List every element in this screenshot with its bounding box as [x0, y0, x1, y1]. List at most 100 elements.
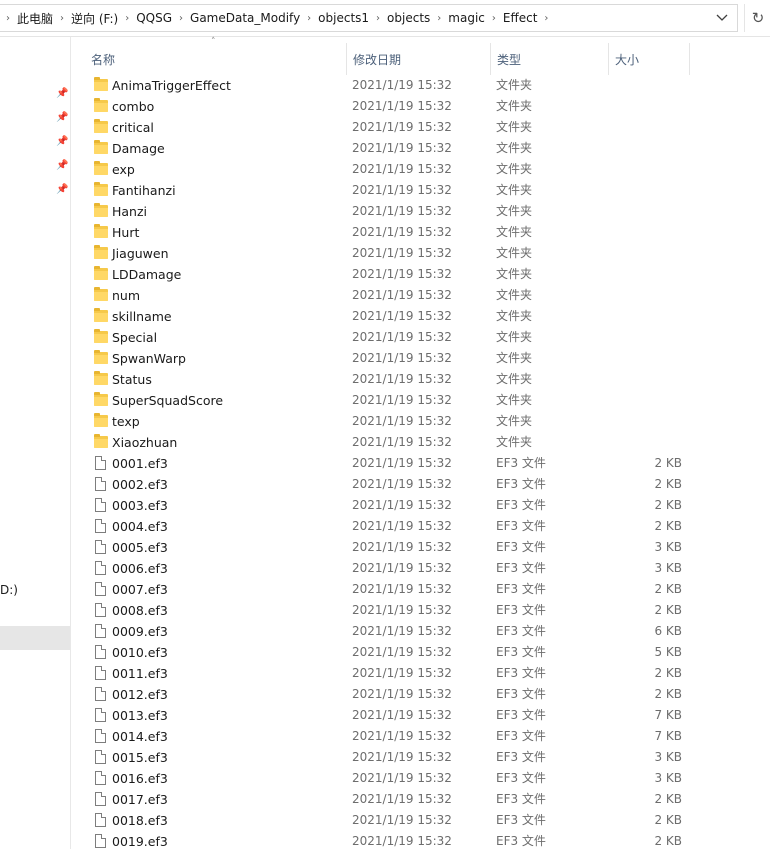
- file-date-modified: 2021/1/19 15:32: [352, 225, 452, 239]
- breadcrumb-effect[interactable]: Effect: [502, 11, 539, 25]
- file-row[interactable]: SpwanWarp 2021/1/19 15:32 文件夹: [71, 348, 770, 369]
- pin-icon: 📌: [56, 88, 69, 99]
- file-row[interactable]: 0013.ef3 2021/1/19 15:32 EF3 文件 7 KB: [71, 705, 770, 726]
- file-name: Special: [112, 330, 158, 345]
- file-row[interactable]: 0004.ef3 2021/1/19 15:32 EF3 文件 2 KB: [71, 516, 770, 537]
- address-history-dropdown[interactable]: [707, 5, 737, 31]
- file-icon: [95, 687, 106, 701]
- column-name[interactable]: 名称: [85, 43, 346, 75]
- breadcrumb-objects1[interactable]: objects1: [317, 11, 370, 25]
- file-type: EF3 文件: [496, 666, 546, 680]
- breadcrumb-this-pc[interactable]: 此电脑: [16, 10, 54, 27]
- file-size: [611, 306, 682, 327]
- chevron-right-icon[interactable]: ›: [370, 13, 386, 24]
- file-row[interactable]: 0010.ef3 2021/1/19 15:32 EF3 文件 5 KB: [71, 642, 770, 663]
- file-row[interactable]: 0008.ef3 2021/1/19 15:32 EF3 文件 2 KB: [71, 600, 770, 621]
- nav-item-selected[interactable]: [0, 626, 70, 650]
- file-date-modified: 2021/1/19 15:32: [352, 120, 452, 134]
- file-size: 2 KB: [654, 603, 682, 617]
- file-row[interactable]: 0003.ef3 2021/1/19 15:32 EF3 文件 2 KB: [71, 495, 770, 516]
- navigation-pane[interactable]: 📌 📌 📌 📌 📌 D:): [0, 37, 71, 849]
- file-size: 2 KB: [654, 813, 682, 827]
- file-row[interactable]: combo 2021/1/19 15:32 文件夹: [71, 96, 770, 117]
- file-row[interactable]: AnimaTriggerEffect 2021/1/19 15:32 文件夹: [71, 75, 770, 96]
- file-row[interactable]: 0005.ef3 2021/1/19 15:32 EF3 文件 3 KB: [71, 537, 770, 558]
- file-name: 0013.ef3: [112, 708, 168, 723]
- file-date-modified: 2021/1/19 15:32: [352, 141, 452, 155]
- file-row[interactable]: Jiaguwen 2021/1/19 15:32 文件夹: [71, 243, 770, 264]
- chevron-right-icon[interactable]: ›: [173, 13, 189, 24]
- file-name: 0010.ef3: [112, 645, 168, 660]
- file-row[interactable]: LDDamage 2021/1/19 15:32 文件夹: [71, 264, 770, 285]
- file-name: Damage: [112, 141, 165, 156]
- file-row[interactable]: 0001.ef3 2021/1/19 15:32 EF3 文件 2 KB: [71, 453, 770, 474]
- folder-icon: [94, 203, 108, 217]
- file-icon: [95, 771, 106, 785]
- breadcrumb-magic[interactable]: magic: [447, 11, 486, 25]
- file-row[interactable]: 0009.ef3 2021/1/19 15:32 EF3 文件 6 KB: [71, 621, 770, 642]
- file-date-modified: 2021/1/19 15:32: [352, 99, 452, 113]
- file-size: 3 KB: [654, 750, 682, 764]
- file-row[interactable]: 0014.ef3 2021/1/19 15:32 EF3 文件 7 KB: [71, 726, 770, 747]
- chevron-right-icon[interactable]: ›: [0, 13, 16, 24]
- refresh-button[interactable]: ↻: [744, 4, 770, 32]
- file-size: 5 KB: [654, 645, 682, 659]
- breadcrumb-objects[interactable]: objects: [386, 11, 431, 25]
- file-type: 文件夹: [496, 246, 533, 260]
- file-name: Hurt: [112, 225, 140, 240]
- file-type: EF3 文件: [496, 456, 546, 470]
- file-row[interactable]: 0016.ef3 2021/1/19 15:32 EF3 文件 3 KB: [71, 768, 770, 789]
- file-row[interactable]: 0011.ef3 2021/1/19 15:32 EF3 文件 2 KB: [71, 663, 770, 684]
- breadcrumb-gamedata-modify[interactable]: GameData_Modify: [189, 11, 301, 25]
- folder-icon: [94, 224, 108, 238]
- file-list: AnimaTriggerEffect 2021/1/19 15:32 文件夹 comb…: [71, 75, 770, 852]
- file-date-modified: 2021/1/19 15:32: [352, 729, 452, 743]
- file-row[interactable]: Damage 2021/1/19 15:32 文件夹: [71, 138, 770, 159]
- file-row[interactable]: Special 2021/1/19 15:32 文件夹: [71, 327, 770, 348]
- chevron-right-icon[interactable]: ›: [486, 13, 502, 24]
- chevron-right-icon[interactable]: ›: [119, 13, 135, 24]
- column-type[interactable]: 类型: [490, 43, 608, 75]
- file-date-modified: 2021/1/19 15:32: [352, 330, 452, 344]
- file-row[interactable]: texp 2021/1/19 15:32 文件夹: [71, 411, 770, 432]
- folder-icon: [94, 119, 108, 133]
- chevron-right-icon[interactable]: ›: [431, 13, 447, 24]
- chevron-right-icon[interactable]: ›: [54, 13, 70, 24]
- nav-item-drive[interactable]: D:): [0, 583, 18, 597]
- file-size: [611, 75, 682, 96]
- chevron-down-icon: [716, 14, 728, 21]
- file-row[interactable]: critical 2021/1/19 15:32 文件夹: [71, 117, 770, 138]
- file-type: EF3 文件: [496, 603, 546, 617]
- file-name: Xiaozhuan: [112, 435, 178, 450]
- file-row[interactable]: 0017.ef3 2021/1/19 15:32 EF3 文件 2 KB: [71, 789, 770, 810]
- file-row[interactable]: 0012.ef3 2021/1/19 15:32 EF3 文件 2 KB: [71, 684, 770, 705]
- file-row[interactable]: Fantihanzi 2021/1/19 15:32 文件夹: [71, 180, 770, 201]
- chevron-right-icon[interactable]: ›: [538, 13, 554, 24]
- breadcrumb-qqsg[interactable]: QQSG: [135, 11, 173, 25]
- file-row[interactable]: exp 2021/1/19 15:32 文件夹: [71, 159, 770, 180]
- file-size: [611, 96, 682, 117]
- file-row[interactable]: SuperSquadScore 2021/1/19 15:32 文件夹: [71, 390, 770, 411]
- file-row[interactable]: num 2021/1/19 15:32 文件夹: [71, 285, 770, 306]
- file-date-modified: 2021/1/19 15:32: [352, 414, 452, 428]
- file-row[interactable]: 0006.ef3 2021/1/19 15:32 EF3 文件 3 KB: [71, 558, 770, 579]
- file-row[interactable]: 0015.ef3 2021/1/19 15:32 EF3 文件 3 KB: [71, 747, 770, 768]
- file-row[interactable]: Hanzi 2021/1/19 15:32 文件夹: [71, 201, 770, 222]
- breadcrumb-drive-f[interactable]: 逆向 (F:): [70, 10, 119, 27]
- file-row[interactable]: Hurt 2021/1/19 15:32 文件夹: [71, 222, 770, 243]
- file-name: Fantihanzi: [112, 183, 176, 198]
- file-row[interactable]: 0018.ef3 2021/1/19 15:32 EF3 文件 2 KB: [71, 810, 770, 831]
- column-date-modified[interactable]: 修改日期: [346, 43, 490, 75]
- file-row[interactable]: Xiaozhuan 2021/1/19 15:32 文件夹: [71, 432, 770, 453]
- breadcrumb[interactable]: › 此电脑 › 逆向 (F:) › QQSG › GameData_Modify…: [0, 4, 738, 32]
- column-size[interactable]: 大小: [608, 43, 689, 75]
- file-date-modified: 2021/1/19 15:32: [352, 771, 452, 785]
- file-size: [611, 243, 682, 264]
- file-row[interactable]: 0007.ef3 2021/1/19 15:32 EF3 文件 2 KB: [71, 579, 770, 600]
- file-row[interactable]: 0002.ef3 2021/1/19 15:32 EF3 文件 2 KB: [71, 474, 770, 495]
- file-name: 0004.ef3: [112, 519, 168, 534]
- file-name: SpwanWarp: [112, 351, 186, 366]
- file-row[interactable]: Status 2021/1/19 15:32 文件夹: [71, 369, 770, 390]
- file-row[interactable]: skillname 2021/1/19 15:32 文件夹: [71, 306, 770, 327]
- chevron-right-icon[interactable]: ›: [301, 13, 317, 24]
